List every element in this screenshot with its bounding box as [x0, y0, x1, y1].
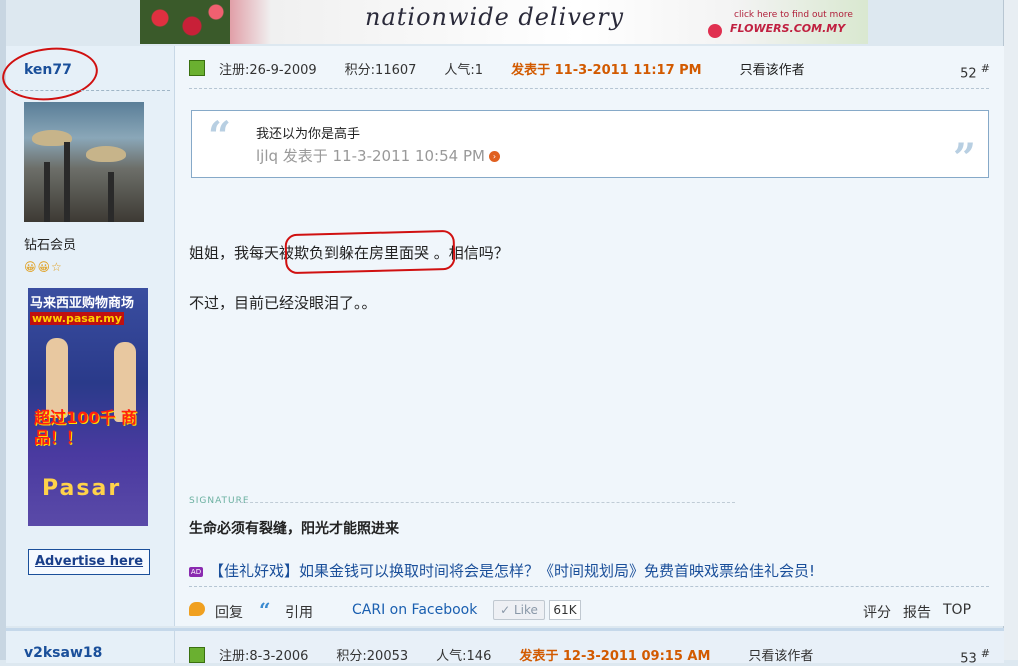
goto-post-icon[interactable]: › — [488, 151, 500, 162]
registered-date: 注册:26-9-2009 — [219, 62, 317, 78]
quote-meta: ljlq 发表于 11-3-2011 10:54 PM › — [256, 145, 500, 166]
points: 积分:11607 — [344, 62, 417, 78]
banner-headline: nationwide delivery — [365, 3, 625, 31]
divider — [189, 586, 989, 587]
view-author-only-link[interactable]: 只看该作者 — [748, 645, 813, 664]
ad-offer: 超过100千 商品！！ — [34, 408, 137, 447]
points: 积分:20053 — [336, 649, 409, 664]
like-check-icon: ✓ — [500, 603, 511, 617]
floor-mark: # — [980, 647, 990, 660]
ad-title: 马来西亚购物商场 — [30, 296, 135, 311]
facebook-link[interactable]: CARI on Facebook — [352, 602, 477, 618]
avatar-tower-shape — [64, 142, 70, 222]
next-forum-post: v2ksaw18 注册:8-3-2006 积分:20053 人气:146 发表于… — [6, 628, 1004, 666]
ad-badge-icon: AD — [189, 566, 203, 577]
message-line: 不过，目前已经没眼泪了。。 — [189, 294, 377, 312]
forum-post: ken77 钻石会员 😀😀☆ 马来西亚购物商场 www.pasar.my 超过1… — [0, 43, 1004, 626]
avatar-tower-shape — [44, 162, 50, 222]
like-button[interactable]: ✓ Like — [493, 600, 545, 620]
rate-button[interactable]: 评分 — [863, 602, 891, 622]
post-timestamp: 发表于 11-3-2011 11:17 PM — [511, 62, 702, 78]
promo-text: 【佳礼好戏】如果金钱可以换取时间将会是怎样？《时间规划局》免费首映戏票给佳礼会员… — [209, 562, 816, 580]
post-meta: 注册:8-3-2006 积分:20053 人气:146 发表于 12-3-201… — [189, 645, 841, 664]
like-label: Like — [513, 603, 538, 617]
signature-text: 生命必须有裂缝，阳光才能照进来 — [189, 521, 399, 537]
author-sidebar: ken77 钻石会员 😀😀☆ 马来西亚购物商场 www.pasar.my 超过1… — [0, 43, 175, 626]
quote-text: 我还以为你是高手 — [256, 127, 361, 142]
divider — [10, 90, 170, 91]
ad-person-figure — [46, 338, 68, 418]
member-rank: 钻石会员 — [24, 238, 77, 253]
ad-logo: Pasar — [42, 476, 122, 501]
popularity: 人气:1 — [444, 62, 484, 78]
reply-icon[interactable] — [189, 602, 205, 616]
advertise-here-link[interactable]: Advertise here — [28, 549, 150, 575]
post-content: 注册:26-9-2009 积分:11607 人气:1 发表于 11-3-2011… — [175, 46, 1004, 626]
quote-source: ljlq 发表于 11-3-2011 10:54 PM — [256, 147, 485, 165]
banner-brand: FLOWERS.COM.MY — [730, 22, 846, 35]
floor-mark: # — [980, 62, 990, 75]
floor-number: 52 — [960, 66, 977, 82]
registered-date: 注册:8-3-2006 — [219, 649, 309, 664]
ad-url: www.pasar.my — [30, 312, 124, 325]
avatar-tower-shape — [108, 172, 114, 222]
red-annotation-circle — [284, 229, 456, 275]
avatar-dome-shape — [86, 146, 126, 162]
signature-label: SIGNATURE — [189, 496, 250, 506]
floor-number: 53 — [960, 651, 977, 666]
post-meta: 注册:26-9-2009 积分:11607 人气:1 发表于 11-3-2011… — [189, 58, 805, 78]
pasar-ad[interactable]: 马来西亚购物商场 www.pasar.my 超过100千 商品！！ Pasar — [28, 288, 148, 526]
author-sidebar: v2ksaw18 — [6, 631, 175, 663]
divider — [189, 88, 989, 89]
promo-link[interactable]: AD 【佳礼好戏】如果金钱可以换取时间将会是怎样？《时间规划局》免费首映戏票给佳礼… — [189, 560, 815, 581]
online-status-icon — [189, 646, 205, 663]
reply-button[interactable]: 回复 — [215, 602, 243, 622]
quote-button[interactable]: 引用 — [285, 602, 313, 622]
post-timestamp: 发表于 12-3-2011 09:15 AM — [519, 649, 711, 664]
red-annotation-circle — [0, 43, 101, 105]
top-link[interactable]: TOP — [943, 602, 971, 618]
quote-box: “ 我还以为你是高手 ljlq 发表于 11-3-2011 10:54 PM › … — [191, 110, 989, 182]
flowers-image — [140, 0, 230, 44]
author-name-link[interactable]: v2ksaw18 — [24, 645, 102, 661]
popularity: 人气:146 — [436, 649, 492, 664]
post-floor-number[interactable]: 53 # — [960, 647, 990, 666]
close-quote-icon: ” — [952, 135, 976, 182]
view-author-only-link[interactable]: 只看该作者 — [740, 59, 805, 78]
flower-icon — [708, 24, 722, 38]
banner-subline: click here to find out more — [734, 10, 853, 20]
online-status-icon — [189, 60, 205, 76]
like-count: 61K — [549, 600, 581, 620]
quote-icon[interactable]: “ — [259, 598, 271, 622]
open-quote-icon: “ — [208, 113, 232, 160]
scrollbar[interactable] — [1003, 0, 1018, 660]
report-button[interactable]: 报告 — [903, 602, 931, 622]
post-actions: 回复 “ 引用 CARI on Facebook ✓ Like 61K 评分 报… — [189, 598, 989, 622]
flower-delivery-banner[interactable]: nationwide delivery click here to find o… — [140, 0, 868, 44]
post-floor-number[interactable]: 52 # — [960, 62, 990, 81]
divider — [235, 502, 735, 503]
rank-stars-icon: 😀😀☆ — [24, 260, 63, 274]
avatar[interactable] — [24, 102, 144, 222]
